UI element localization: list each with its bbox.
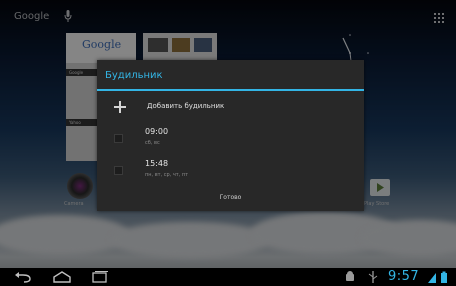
usb-icon (368, 271, 378, 283)
dialog-title: Будильник (105, 70, 163, 81)
add-alarm-label: Добавить будильник (147, 102, 225, 110)
home-screen: Google Google Google Yahoo Camera Play S… (0, 0, 456, 286)
alarm-item[interactable]: 15:48 пн, вт, ср, чт, пт (97, 156, 364, 184)
android-debug-icon (346, 271, 354, 281)
status-clock: 9:57 (388, 269, 420, 284)
alarm-days: пн, вт, ср, чт, пт (145, 172, 189, 178)
alarm-checkbox[interactable] (114, 166, 123, 175)
done-button[interactable]: Готово (97, 188, 364, 208)
alarm-checkbox[interactable] (114, 134, 123, 143)
alarm-days: сб, вс (145, 140, 160, 146)
alarm-time: 15:48 (145, 159, 169, 168)
alarm-item[interactable]: 09:00 сб, вс (97, 124, 364, 152)
dialog-divider (97, 89, 364, 91)
back-icon[interactable] (13, 270, 35, 284)
alarm-time: 09:00 (145, 127, 169, 136)
recent-apps-icon[interactable] (89, 270, 111, 284)
battery-icon (441, 271, 447, 283)
navigation-bar: 9:57 (0, 268, 456, 286)
alarm-dialog: Будильник Добавить будильник 09:00 сб, в… (97, 60, 364, 211)
plus-icon (114, 101, 126, 113)
home-icon[interactable] (51, 270, 73, 284)
add-alarm-button[interactable]: Добавить будильник (97, 94, 364, 120)
wifi-signal-icon (428, 273, 436, 283)
